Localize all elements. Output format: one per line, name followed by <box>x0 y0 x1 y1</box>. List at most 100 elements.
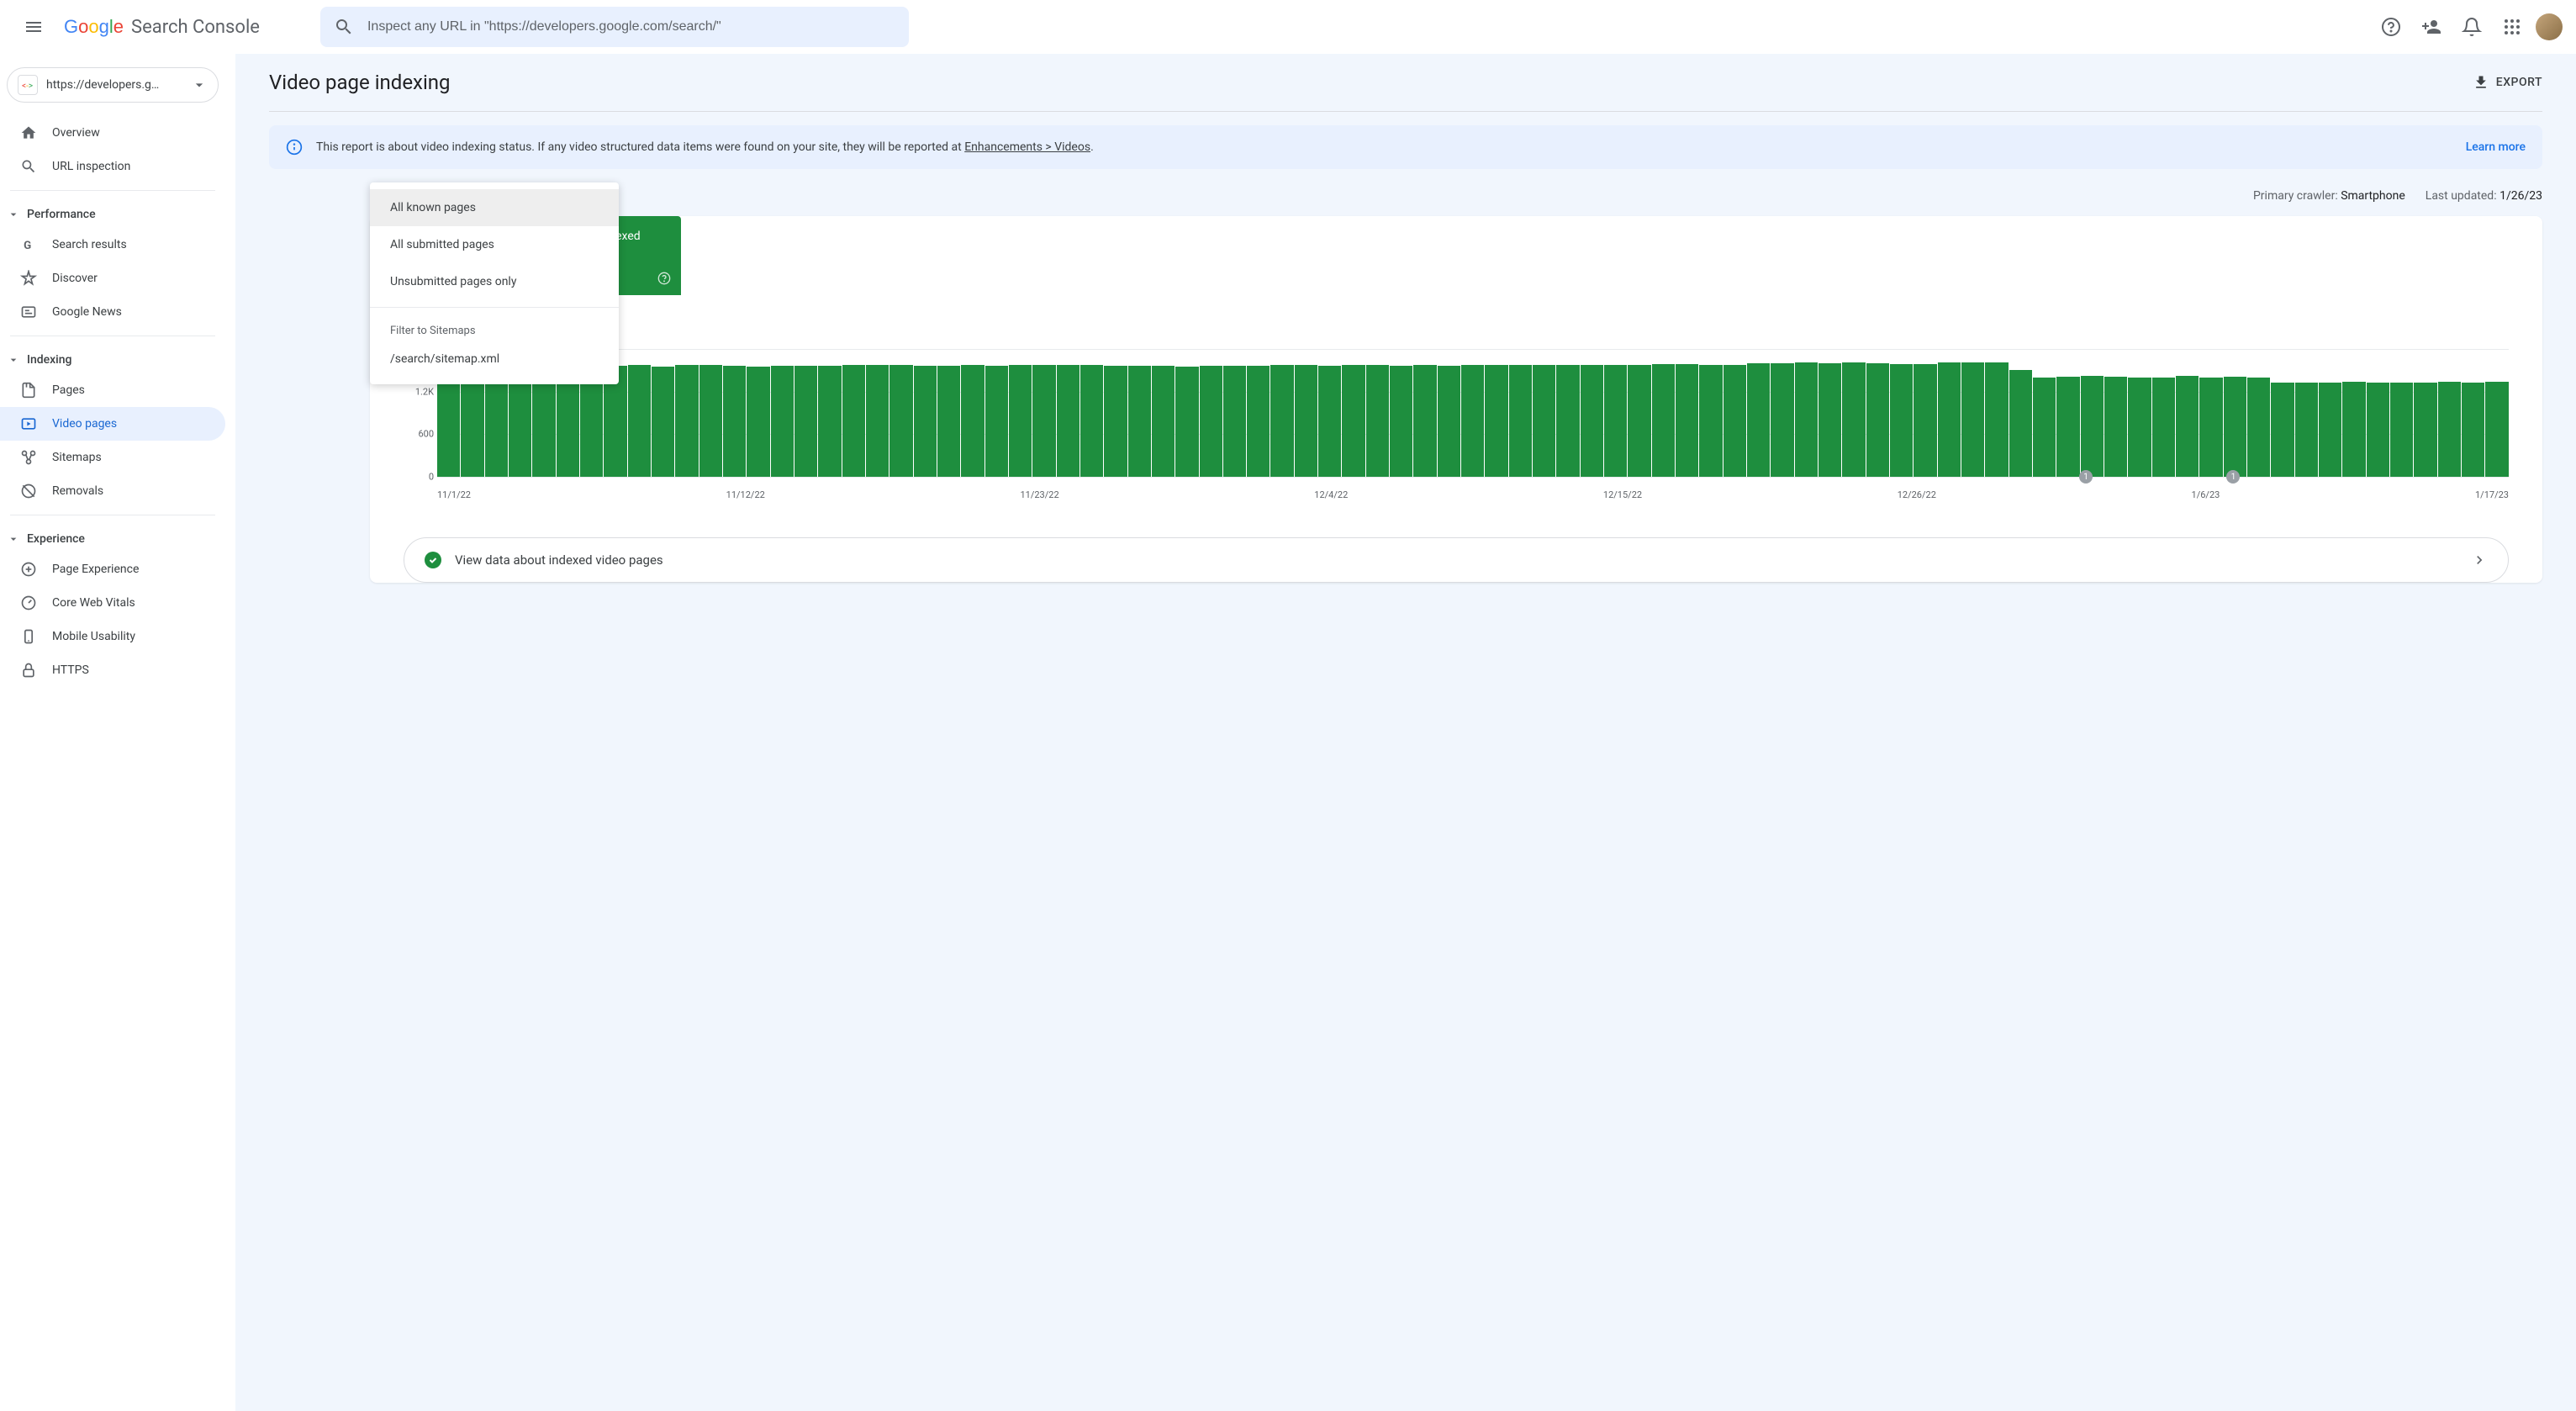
hamburger-menu-button[interactable] <box>13 7 54 47</box>
chart-bar[interactable] <box>675 365 698 477</box>
chart-bar[interactable] <box>628 365 651 477</box>
enhancements-link[interactable]: Enhancements > Videos <box>964 140 1090 154</box>
chart-bar[interactable] <box>2009 370 2032 477</box>
chart-bar[interactable] <box>1223 366 1246 477</box>
chart-bar[interactable] <box>1200 366 1222 477</box>
export-button[interactable]: EXPORT <box>2473 74 2542 91</box>
chart-bar[interactable] <box>2462 383 2484 477</box>
property-selector[interactable]: <-> https://developers.g… <box>7 67 219 103</box>
chart-bar[interactable] <box>2224 377 2246 477</box>
chart-bar[interactable] <box>2199 378 2222 477</box>
chart-bar[interactable] <box>1080 365 1103 477</box>
chart-bar[interactable] <box>1985 362 2008 477</box>
chart-bar[interactable] <box>1699 365 1722 477</box>
sidebar-item-pages[interactable]: Pages <box>0 373 225 407</box>
dropdown-sitemap-item[interactable]: /search/sitemap.xml <box>370 341 619 378</box>
chart-bar[interactable] <box>2152 378 2175 477</box>
chart-bar[interactable] <box>2295 383 2318 477</box>
chart-bar[interactable] <box>1866 363 1889 477</box>
chart-bar[interactable] <box>1652 364 1675 477</box>
chart-bar[interactable] <box>1842 362 1865 477</box>
chart-bar[interactable] <box>1485 365 1507 477</box>
chart-bar[interactable] <box>1795 362 1818 477</box>
chart-bar[interactable] <box>1128 366 1151 477</box>
chart-bar[interactable] <box>889 365 912 477</box>
chart-bar[interactable] <box>1771 363 1793 477</box>
chart-bar[interactable] <box>699 365 722 477</box>
chart-bar[interactable] <box>1366 365 1389 477</box>
chart-bar[interactable] <box>1556 365 1579 477</box>
dropdown-item[interactable]: All known pages <box>370 189 619 226</box>
chart-bar[interactable] <box>914 366 937 477</box>
chart-bar[interactable] <box>1914 364 1936 477</box>
chart-bar[interactable] <box>723 366 746 477</box>
chart-bar[interactable] <box>1104 366 1127 477</box>
chart-bar[interactable] <box>866 365 889 477</box>
chart-bar[interactable] <box>2247 378 2270 477</box>
chart-bar[interactable] <box>1961 362 1984 477</box>
chart-bar[interactable] <box>1890 364 1913 477</box>
chart-bar[interactable] <box>2176 376 2199 477</box>
sidebar-item-mobile-usability[interactable]: Mobile Usability <box>0 620 225 653</box>
chart-bar[interactable] <box>1413 365 1436 477</box>
chart-bar[interactable] <box>1461 365 1484 477</box>
sidebar-item-overview[interactable]: Overview <box>0 116 225 150</box>
chart-bar[interactable] <box>1581 365 1603 477</box>
chart-bar[interactable] <box>747 367 769 477</box>
url-inspect-input[interactable] <box>367 19 895 34</box>
chart-bar[interactable] <box>937 366 960 477</box>
chart-bar[interactable] <box>2128 378 2151 477</box>
chart-bar[interactable] <box>1247 366 1270 477</box>
chart-bar[interactable] <box>1533 365 1555 477</box>
chart-bar[interactable] <box>1057 365 1079 477</box>
help-button[interactable] <box>2374 10 2408 44</box>
sidebar-item-removals[interactable]: Removals <box>0 474 225 508</box>
sidebar-item-search-results[interactable]: GSearch results <box>0 228 225 262</box>
chart-bar[interactable] <box>794 366 817 477</box>
chart-bar[interactable] <box>1509 365 1532 477</box>
sidebar-section-performance[interactable]: Performance <box>0 198 225 228</box>
chart-bar[interactable] <box>2342 382 2365 477</box>
chart-bar[interactable] <box>1152 366 1175 477</box>
chart-bar[interactable] <box>2319 383 2341 477</box>
chart-bar[interactable] <box>1318 366 1341 477</box>
chart-bar[interactable] <box>1938 362 1961 477</box>
sidebar-item-url-inspection[interactable]: URL inspection <box>0 150 225 183</box>
chart-bar[interactable] <box>961 365 984 477</box>
chart-bar[interactable] <box>1342 365 1365 477</box>
chart-bar[interactable] <box>2104 377 2127 477</box>
chart-bar[interactable] <box>1270 365 1293 477</box>
sidebar-item-video-pages[interactable]: Video pages <box>0 407 225 441</box>
sidebar-item-https[interactable]: HTTPS <box>0 653 225 687</box>
product-logo[interactable]: Google Search Console <box>64 17 260 38</box>
sidebar-section-experience[interactable]: Experience <box>0 522 225 552</box>
chart-bar[interactable] <box>985 366 1008 477</box>
chart-bar[interactable] <box>2438 382 2461 477</box>
notifications-button[interactable] <box>2455 10 2489 44</box>
chart-bar[interactable] <box>771 366 794 477</box>
chart-bar[interactable] <box>1295 365 1317 477</box>
chart-bar[interactable] <box>1438 366 1460 477</box>
chart-bar[interactable] <box>1676 364 1698 477</box>
sidebar-section-indexing[interactable]: Indexing <box>0 343 225 373</box>
chart-bar[interactable] <box>652 367 674 477</box>
chart-event-marker[interactable]: 1 <box>2226 470 2240 484</box>
apps-button[interactable] <box>2495 10 2529 44</box>
dropdown-item[interactable]: All submitted pages <box>370 226 619 263</box>
chart-bar[interactable] <box>818 366 841 477</box>
dropdown-item[interactable]: Unsubmitted pages only <box>370 263 619 300</box>
chart-bar[interactable] <box>2367 383 2389 477</box>
sidebar-item-google-news[interactable]: Google News <box>0 295 225 329</box>
sidebar-item-core-web-vitals[interactable]: Core Web Vitals <box>0 586 225 620</box>
chart-bar[interactable] <box>1604 365 1627 477</box>
chart-event-marker[interactable]: 1 <box>2079 470 2093 484</box>
chart-bar[interactable] <box>1747 363 1770 477</box>
url-inspect-search[interactable] <box>320 7 909 47</box>
chart-bar[interactable] <box>2056 377 2079 477</box>
chart-bar[interactable] <box>842 365 865 477</box>
sidebar-item-discover[interactable]: Discover <box>0 262 225 295</box>
view-data-row[interactable]: View data about indexed video pages <box>404 537 2509 583</box>
chart-bar[interactable] <box>2485 382 2508 477</box>
chart-bar[interactable] <box>1628 365 1650 477</box>
chart-bar[interactable] <box>2390 383 2413 477</box>
